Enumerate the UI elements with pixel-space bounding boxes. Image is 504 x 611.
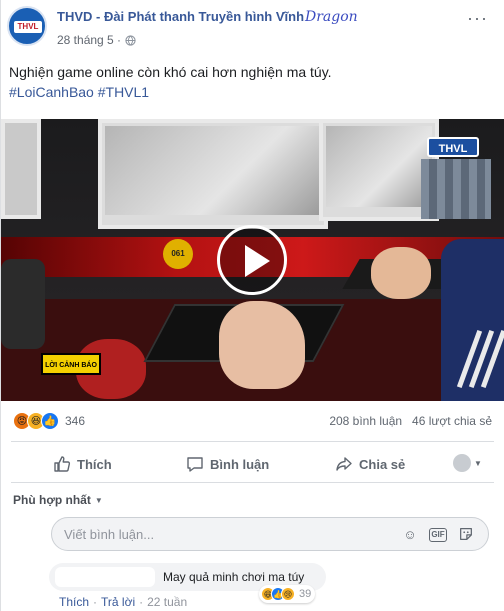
- separator-dot: ·: [93, 595, 98, 609]
- play-button[interactable]: [217, 225, 287, 295]
- comment-button[interactable]: Bình luận: [186, 452, 269, 476]
- share-count-link[interactable]: 46 lượt chia sẻ: [412, 414, 492, 428]
- share-label: Chia sẻ: [359, 456, 406, 472]
- gif-icon[interactable]: GIF: [429, 528, 447, 542]
- monitor-center: [98, 119, 328, 229]
- post-timestamp[interactable]: 28 tháng 5 ·: [57, 33, 136, 47]
- play-icon: [245, 245, 270, 277]
- like-button[interactable]: Thích: [53, 452, 112, 476]
- comment-label: Bình luận: [210, 456, 270, 472]
- comment-time[interactable]: 22 tuần: [147, 595, 187, 609]
- share-button[interactable]: Chia sẻ: [335, 452, 405, 476]
- page-name-link[interactable]: THVD - Đài Phát thanh Truyền hình VĩnhDr…: [57, 9, 358, 25]
- separator-dot: ·: [139, 595, 144, 609]
- hand-right: [371, 247, 431, 299]
- avatar-logo-text: THVL: [14, 21, 42, 33]
- comment-sort-dropdown[interactable]: Phù hợp nhất ▼: [13, 493, 103, 507]
- redacted-commenter-name[interactable]: [55, 567, 155, 587]
- hand-front: [219, 301, 305, 389]
- sticker-icon[interactable]: [457, 526, 475, 544]
- viewer-avatar[interactable]: [453, 454, 471, 472]
- comment-text: May quả minh chơi ma túy: [163, 570, 305, 584]
- reaction-count: 346: [65, 414, 86, 428]
- comment-reaction-count: 39: [299, 588, 312, 600]
- comment-count-link[interactable]: 208 bình luận: [329, 414, 402, 428]
- figure-left: [1, 259, 45, 349]
- warning-badge: LỜI CẢNH BÁO: [41, 353, 101, 375]
- caret-down-icon: ▼: [94, 495, 103, 505]
- like-icon: 👍: [41, 412, 59, 430]
- facebook-post: THVL THVD - Đài Phát thanh Truyền hình V…: [0, 0, 504, 611]
- comment-composer[interactable]: ☺ GIF: [51, 517, 489, 551]
- comment-icon: [187, 457, 203, 472]
- monitor-left: [1, 119, 41, 219]
- desk-sticker: 061: [163, 239, 193, 269]
- globe-icon: [125, 34, 136, 46]
- comment-actions: Thích · Trả lời · 22 tuần: [59, 595, 187, 609]
- thumbs-up-icon: [54, 456, 71, 472]
- comment-input[interactable]: [64, 525, 384, 543]
- reaction-summary[interactable]: 😡 😆 👍 346: [13, 412, 85, 430]
- ellipsis-icon[interactable]: ···: [467, 9, 488, 27]
- blurred-face: [421, 159, 491, 219]
- post-text: Nghiện game online còn khó cai hơn nghiệ…: [9, 64, 332, 80]
- share-icon: [336, 457, 352, 471]
- page-avatar[interactable]: THVL: [7, 6, 47, 46]
- comment-reply-link[interactable]: Trả lời: [101, 595, 135, 609]
- like-label: Thích: [77, 456, 112, 472]
- comment-like-link[interactable]: Thích: [59, 595, 89, 609]
- timestamp-text: 28 tháng 5 ·: [57, 33, 122, 47]
- chevron-down-icon[interactable]: ▼: [474, 459, 482, 468]
- divider: [11, 441, 494, 442]
- post-hashtags[interactable]: #LoiCanhBao #THVL1: [9, 82, 149, 102]
- handwritten-overlay: Dragon: [305, 9, 358, 25]
- channel-logo: THVL: [427, 137, 479, 157]
- sort-label: Phù hợp nhất: [13, 493, 91, 507]
- video-player[interactable]: 061 THVL LỜI CẢNH BÁO: [1, 119, 504, 401]
- engagement-stats: 208 bình luận 46 lượt chia sẻ: [329, 414, 492, 428]
- comment-reaction-summary[interactable]: 😆 👍 😢 39: [259, 585, 316, 603]
- divider: [11, 482, 494, 483]
- page-name-text: THVD - Đài Phát thanh Truyền hình Vĩnh: [57, 9, 305, 24]
- sad-icon: 😢: [281, 587, 295, 601]
- emoji-icon[interactable]: ☺: [401, 526, 419, 544]
